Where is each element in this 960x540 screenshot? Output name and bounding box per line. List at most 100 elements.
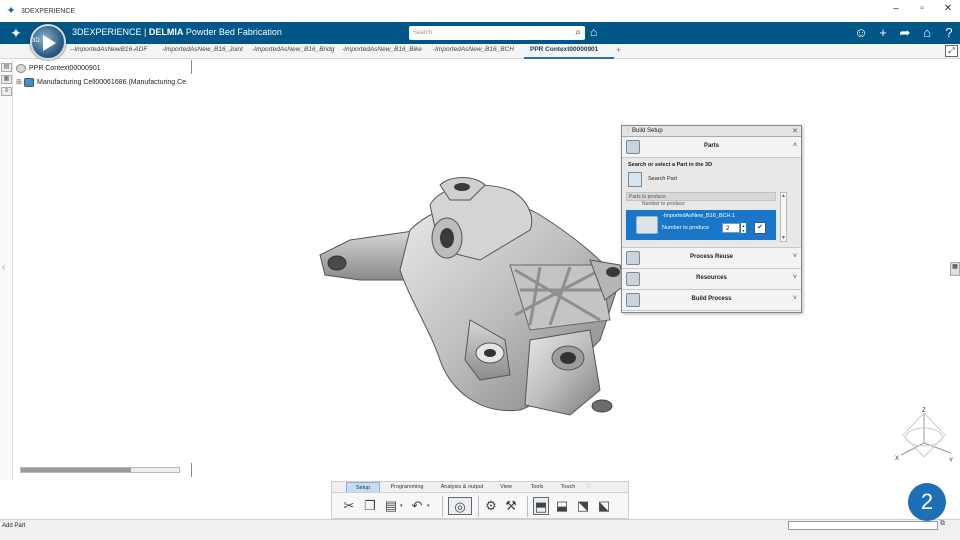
machine-tool-icon[interactable]: ⚒ xyxy=(503,497,519,515)
status-text: Add Part xyxy=(2,523,26,529)
minimize-button[interactable]: – xyxy=(890,3,902,14)
help-icon[interactable]: ? xyxy=(942,25,956,41)
section-resources[interactable]: Resources ˅ xyxy=(622,269,801,290)
tag-icon[interactable]: ⌂ xyxy=(590,25,597,39)
command-input[interactable] xyxy=(788,521,938,530)
close-button[interactable]: ✕ xyxy=(942,3,954,14)
chevron-down-icon[interactable]: ˅ xyxy=(793,274,797,281)
tab-5[interactable]: PPR Context00000901 xyxy=(530,46,614,53)
part-name: -ImportedAsNew_B16_BCH.1 xyxy=(662,213,736,219)
grip-icon[interactable]: ⋮ xyxy=(625,126,631,137)
status-filter-icon[interactable]: ⧉ xyxy=(940,520,945,528)
search-icon[interactable]: ⌕ xyxy=(575,26,581,40)
build-tray-icon[interactable]: ⬓ xyxy=(554,497,570,515)
part-thumbnail-icon xyxy=(636,216,658,234)
select-mode-icon[interactable]: ◎ xyxy=(448,497,472,515)
search-part-icon xyxy=(628,172,642,187)
share-icon[interactable]: ➦ xyxy=(898,25,912,41)
tree-scrollbar[interactable] xyxy=(20,467,180,473)
scroll-splitter[interactable] xyxy=(191,463,192,477)
quantity-stepper[interactable]: ▴ ▾ xyxy=(741,223,746,233)
manufacturing-cell-icon xyxy=(24,77,34,87)
quantity-field[interactable]: 2 xyxy=(722,223,740,233)
os-title-bar: ✦ 3DEXPERIENCE – ▫ ✕ xyxy=(0,0,960,22)
pin-icon[interactable]: ♡ xyxy=(586,482,591,492)
tool-separator xyxy=(527,496,528,517)
compass-widget[interactable]: 3D xyxy=(30,24,66,60)
axis-y-label: Y xyxy=(949,458,953,464)
user-icon[interactable]: ☺ xyxy=(854,25,868,41)
panel-close-icon[interactable]: ✕ xyxy=(792,126,798,137)
app-header: ✦ 3DEXPERIENCE | DELMIA Powder Bed Fabri… xyxy=(0,22,960,44)
tree-view-icon[interactable]: ▤ xyxy=(1,63,12,72)
process-reuse-label: Process Reuse xyxy=(689,254,734,260)
action-bar: Setup Programming Analysis & output View… xyxy=(331,481,629,519)
copy-icon[interactable]: ❐ xyxy=(362,497,378,515)
layers-icon[interactable]: ▦ xyxy=(1,75,12,84)
parts-prompt: Search or select a Part in the 3D xyxy=(628,162,713,168)
maximize-button[interactable]: ▫ xyxy=(916,3,928,14)
confirm-icon[interactable]: ✔ xyxy=(754,222,766,234)
undo-icon[interactable]: ↶ xyxy=(409,497,425,515)
cut-icon[interactable]: ✂ xyxy=(341,497,357,515)
section-parts[interactable]: Parts ˄ xyxy=(622,137,801,158)
brand-prefix: 3DEXPERIENCE | xyxy=(72,27,149,37)
fit-all-icon[interactable]: ⤢ xyxy=(945,45,958,57)
chevron-down-icon[interactable]: ˅ xyxy=(793,253,797,260)
part-positioning-icon[interactable]: ⬔ xyxy=(575,497,591,515)
3dx-app-icon: ✦ xyxy=(6,5,16,17)
tree-root[interactable]: PPR Context00000901 xyxy=(14,62,190,76)
chevron-down-icon[interactable]: ˅ xyxy=(793,295,797,302)
action-bar-tools: ✂ ❐ ▤ ▾ ↶ ▾ ◎ ⚙ ⚒ ⬒ ⬓ ⬔ ⬕ xyxy=(331,492,629,519)
collapse-left-icon[interactable]: ‹ xyxy=(2,262,5,273)
3d-part-model[interactable] xyxy=(300,170,640,430)
status-bar: Add Part ⧉ xyxy=(0,519,960,540)
panel-title: Build Setup xyxy=(632,128,663,134)
chevron-up-icon[interactable]: ˄ xyxy=(793,142,797,149)
search-part-button[interactable]: Search Part xyxy=(628,172,678,188)
tab-3[interactable]: -ImportedAsNew_B16_Bike xyxy=(342,46,428,53)
scroll-down-icon[interactable]: ▼ xyxy=(781,235,786,241)
ppr-context-icon xyxy=(16,63,26,73)
search-placeholder: Search xyxy=(413,30,433,36)
brand-suffix: Powder Bed Fabrication xyxy=(183,27,282,37)
scrollbar-thumb[interactable] xyxy=(21,468,131,472)
parts-list-scrollbar[interactable]: ▲ ▼ xyxy=(780,192,787,242)
manufacturing-cell-tool-icon[interactable]: ⚙ xyxy=(483,497,499,515)
add-icon[interactable]: + xyxy=(876,25,890,41)
section-process-reuse[interactable]: Process Reuse ˅ xyxy=(622,248,801,269)
parts-section-body: Search or select a Part in the 3D Search… xyxy=(622,158,801,248)
tab-2[interactable]: -ImportedAsNew_B16_Bridg xyxy=(252,46,338,53)
editor-tabs: --ImportedAsNewB16-ADF -ImportedAsNew_B1… xyxy=(0,44,960,59)
paste-icon[interactable]: ▤ xyxy=(383,497,399,515)
support-icon[interactable]: ⬕ xyxy=(596,497,612,515)
ds-logo-icon[interactable]: ✦ xyxy=(4,25,28,42)
right-panel-tab[interactable]: ▦ xyxy=(950,262,960,276)
tree-child-label: Manufacturing Cell00061686 (Manufacturin… xyxy=(37,79,187,86)
section-build-process[interactable]: Build Process ˅ xyxy=(622,290,801,311)
search-input[interactable]: Search ⌕ xyxy=(409,26,585,40)
axis-triad[interactable]: Z X Y xyxy=(893,405,955,465)
list-icon[interactable]: ≡ xyxy=(1,87,12,96)
search-part-label: Search Part xyxy=(648,176,678,182)
action-bar-tabs: Setup Programming Analysis & output View… xyxy=(331,481,629,493)
new-tab-icon[interactable]: + xyxy=(616,45,621,55)
window-title: 3DEXPERIENCE xyxy=(21,7,76,15)
part-row-selected[interactable]: -ImportedAsNew_B16_BCH.1 Number to produ… xyxy=(626,210,776,240)
expand-icon[interactable]: ⊞ xyxy=(16,76,24,90)
tree-item-manufacturing-cell[interactable]: ⊞ Manufacturing Cell00061686 (Manufacturi… xyxy=(14,76,190,90)
build-setup-tool-icon[interactable]: ⬒ xyxy=(533,497,549,515)
panel-title-bar[interactable]: ⋮ Build Setup ✕ xyxy=(622,126,801,137)
home-icon[interactable]: ⌂ xyxy=(920,25,934,41)
tab-4[interactable]: -ImportedAsNew_B16_BCH xyxy=(433,46,519,53)
tab-0[interactable]: --ImportedAsNewB16-ADF xyxy=(70,46,158,53)
paste-dropdown-icon[interactable]: ▾ xyxy=(400,503,403,509)
axis-x-label: X xyxy=(895,456,899,462)
tab-1[interactable]: -ImportedAsNew_B16_Joint xyxy=(162,46,248,53)
undo-dropdown-icon[interactable]: ▾ xyxy=(427,503,430,509)
scroll-up-icon[interactable]: ▲ xyxy=(781,193,786,199)
build-setup-panel: ⋮ Build Setup ✕ Parts ˄ Search or select… xyxy=(621,125,802,313)
number-to-produce-label: Number to produce xyxy=(662,225,710,231)
axis-z-label: Z xyxy=(922,408,926,414)
tree-splitter[interactable] xyxy=(191,60,192,74)
